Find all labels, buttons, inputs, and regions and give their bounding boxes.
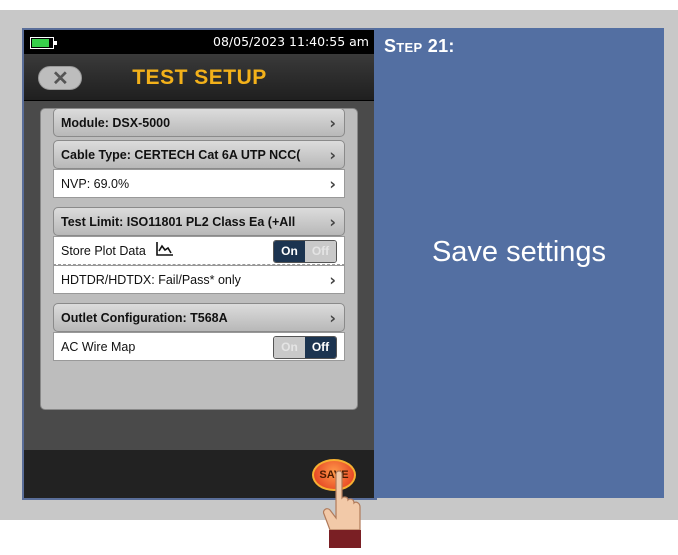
nvp-row[interactable]: NVP: 69.0% › bbox=[53, 169, 345, 198]
module-row[interactable]: Module: DSX-5000 › bbox=[53, 108, 345, 137]
store-plot-label: Store Plot Data bbox=[61, 243, 146, 258]
status-bar: 08/05/2023 11:40:55 am bbox=[24, 30, 375, 54]
step-heading: Step 21: bbox=[384, 36, 455, 56]
chevron-right-icon: › bbox=[329, 174, 336, 193]
test-limit-row[interactable]: Test Limit: ISO11801 PL2 Class Ea (+All … bbox=[53, 207, 345, 236]
settings-panel: Module: DSX-5000 › Cable Type: CERTECH C… bbox=[40, 108, 358, 410]
instruction-text: Save settings bbox=[431, 236, 607, 268]
test-limit-label: Test Limit: ISO11801 PL2 Class Ea (+All bbox=[61, 214, 296, 229]
toggle-off[interactable]: Off bbox=[305, 337, 336, 358]
chevron-right-icon: › bbox=[329, 113, 336, 132]
toggle-off[interactable]: Off bbox=[305, 241, 336, 262]
chevron-right-icon: › bbox=[329, 270, 336, 289]
hdtdr-label: HDTDR/HDTDX: Fail/Pass* only bbox=[61, 272, 241, 287]
cable-type-label: Cable Type: CERTECH Cat 6A UTP NCC( bbox=[61, 147, 301, 162]
plot-icon bbox=[155, 242, 174, 259]
toggle-on[interactable]: On bbox=[274, 241, 305, 262]
chevron-right-icon: › bbox=[329, 145, 336, 164]
chevron-right-icon: › bbox=[329, 308, 336, 327]
nvp-label: NVP: 69.0% bbox=[61, 176, 130, 191]
hdtdr-row[interactable]: HDTDR/HDTDX: Fail/Pass* only › bbox=[53, 265, 345, 294]
outlet-config-label: Outlet Configuration: T568A bbox=[61, 310, 228, 325]
toggle-on[interactable]: On bbox=[274, 337, 305, 358]
header-bar: ✕ TEST SETUP bbox=[24, 54, 375, 101]
chevron-right-icon: › bbox=[329, 212, 336, 231]
cable-type-row[interactable]: Cable Type: CERTECH Cat 6A UTP NCC( › bbox=[53, 140, 345, 169]
datetime: 08/05/2023 11:40:55 am bbox=[213, 34, 369, 49]
tester-screen: 08/05/2023 11:40:55 am ✕ TEST SETUP Modu… bbox=[22, 28, 377, 500]
ac-wire-map-toggle[interactable]: On Off bbox=[273, 336, 337, 359]
store-plot-toggle[interactable]: On Off bbox=[273, 240, 337, 263]
module-label: Module: DSX-5000 bbox=[61, 115, 171, 130]
outlet-config-row[interactable]: Outlet Configuration: T568A › bbox=[53, 303, 345, 332]
battery-icon bbox=[30, 37, 57, 49]
ac-wire-map-label: AC Wire Map bbox=[61, 339, 136, 354]
page-title: TEST SETUP bbox=[132, 66, 267, 89]
instruction-panel: Step 21: Save settings bbox=[374, 28, 664, 498]
pointing-hand-icon bbox=[318, 470, 364, 555]
ac-wire-map-row: AC Wire Map On Off bbox=[53, 332, 345, 361]
store-plot-row: Store Plot Data On Off bbox=[53, 236, 345, 265]
